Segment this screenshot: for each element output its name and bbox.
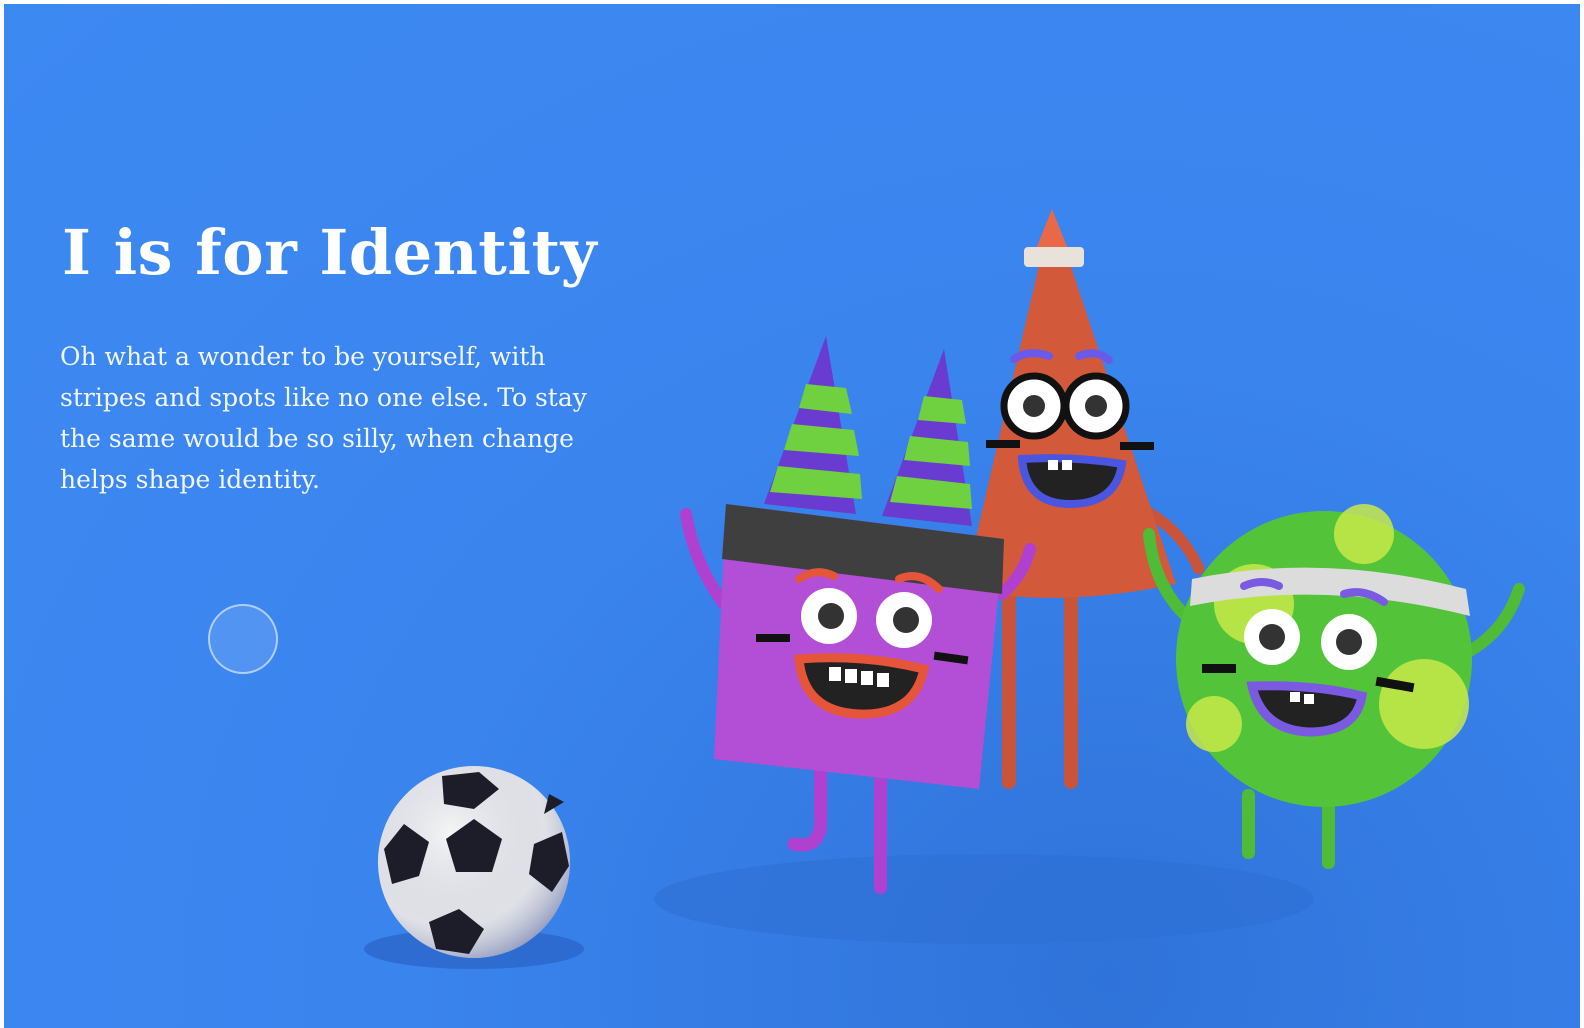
page-body-text: Oh what a wonder to be yourself, with st… xyxy=(60,342,587,494)
circle-hotspot-icon[interactable] xyxy=(208,604,278,674)
soccer-ball-icon xyxy=(378,766,570,958)
illustration xyxy=(364,209,1525,969)
ball-character xyxy=(1143,504,1525,869)
page: I is for Identity Oh what a wonder to be… xyxy=(4,4,1580,1028)
party-hat-icon xyxy=(882,349,972,526)
cone-character xyxy=(964,209,1205,789)
page-title: I is for Identity xyxy=(62,216,598,289)
party-hat-icon xyxy=(764,336,862,514)
square-character xyxy=(680,336,1036,894)
